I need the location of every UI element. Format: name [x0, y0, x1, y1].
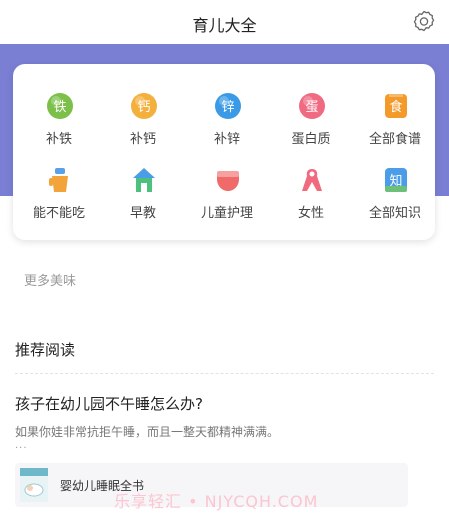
icon-glyph: 食	[389, 99, 402, 115]
category-label: 补铁	[45, 132, 72, 147]
category-item[interactable]: 知全部知识	[353, 166, 437, 230]
can-eat-icon	[49, 168, 68, 192]
book-cover-icon	[20, 468, 48, 502]
category-item[interactable]: 锌补锌	[185, 92, 269, 156]
icon-glyph: 知	[389, 173, 402, 189]
category-item[interactable]: 蛋蛋白质	[269, 92, 353, 156]
category-label: 补钙	[129, 132, 156, 147]
category-label: 儿童护理	[200, 206, 253, 221]
icon-glyph: 钙	[137, 100, 150, 115]
divider	[15, 373, 434, 374]
article-ellipsis: ...	[15, 440, 28, 451]
app-page: 育儿大全 铁补铁钙补钙锌补锌蛋蛋白质食全部食谱 能不能吃 早教 儿童护理 女性知全部知识…	[0, 0, 449, 522]
header: 育儿大全	[0, 0, 449, 44]
watermark: 乐享轻汇 • NJYCQH.COM	[114, 492, 319, 511]
child-care-icon	[217, 171, 239, 191]
category-label: 蛋白质	[291, 132, 331, 147]
category-label: 全部知识	[368, 206, 421, 221]
category-label: 全部食谱	[368, 132, 421, 147]
icon-glyph: 铁	[53, 100, 66, 115]
icon-glyph: 锌	[221, 100, 234, 115]
more-delicious-link[interactable]: 更多美味	[24, 270, 76, 289]
category-label: 补锌	[213, 132, 240, 147]
article-description[interactable]: 如果你娃非常抗拒午睡，而且一整天都精神满满。	[15, 423, 279, 440]
category-label: 女性	[297, 206, 324, 221]
category-item[interactable]: 能不能吃	[17, 166, 101, 230]
early-education-icon	[133, 168, 155, 192]
calcium-icon: 钙	[131, 93, 157, 119]
icon-glyph: 蛋	[305, 100, 318, 115]
article-title[interactable]: 孩子在幼儿园不午睡怎么办?	[15, 393, 203, 414]
category-card: 铁补铁钙补钙锌补锌蛋蛋白质食全部食谱 能不能吃 早教 儿童护理 女性知全部知识	[13, 64, 435, 240]
category-item[interactable]: 女性	[269, 166, 353, 230]
category-item[interactable]: 钙补钙	[101, 92, 185, 156]
protein-icon: 蛋	[299, 93, 325, 119]
iron-icon: 铁	[47, 93, 73, 119]
category-label: 能不能吃	[32, 206, 85, 221]
category-item[interactable]: 食全部食谱	[353, 92, 437, 156]
section-title: 推荐阅读	[15, 341, 76, 359]
knowledge-icon: 知	[385, 168, 407, 192]
category-item[interactable]: 儿童护理	[185, 166, 269, 230]
women-ribbon-icon	[302, 169, 322, 191]
category-item[interactable]: 早教	[101, 166, 185, 230]
category-grid: 铁补铁钙补钙锌补锌蛋蛋白质食全部食谱 能不能吃 早教 儿童护理 女性知全部知识	[13, 64, 435, 240]
category-label: 早教	[129, 206, 156, 221]
zinc-icon: 锌	[215, 93, 241, 119]
page-title: 育儿大全	[192, 16, 257, 35]
category-item[interactable]: 铁补铁	[17, 92, 101, 156]
gear-icon[interactable]	[411, 9, 437, 35]
recipes-icon: 食	[385, 94, 407, 118]
